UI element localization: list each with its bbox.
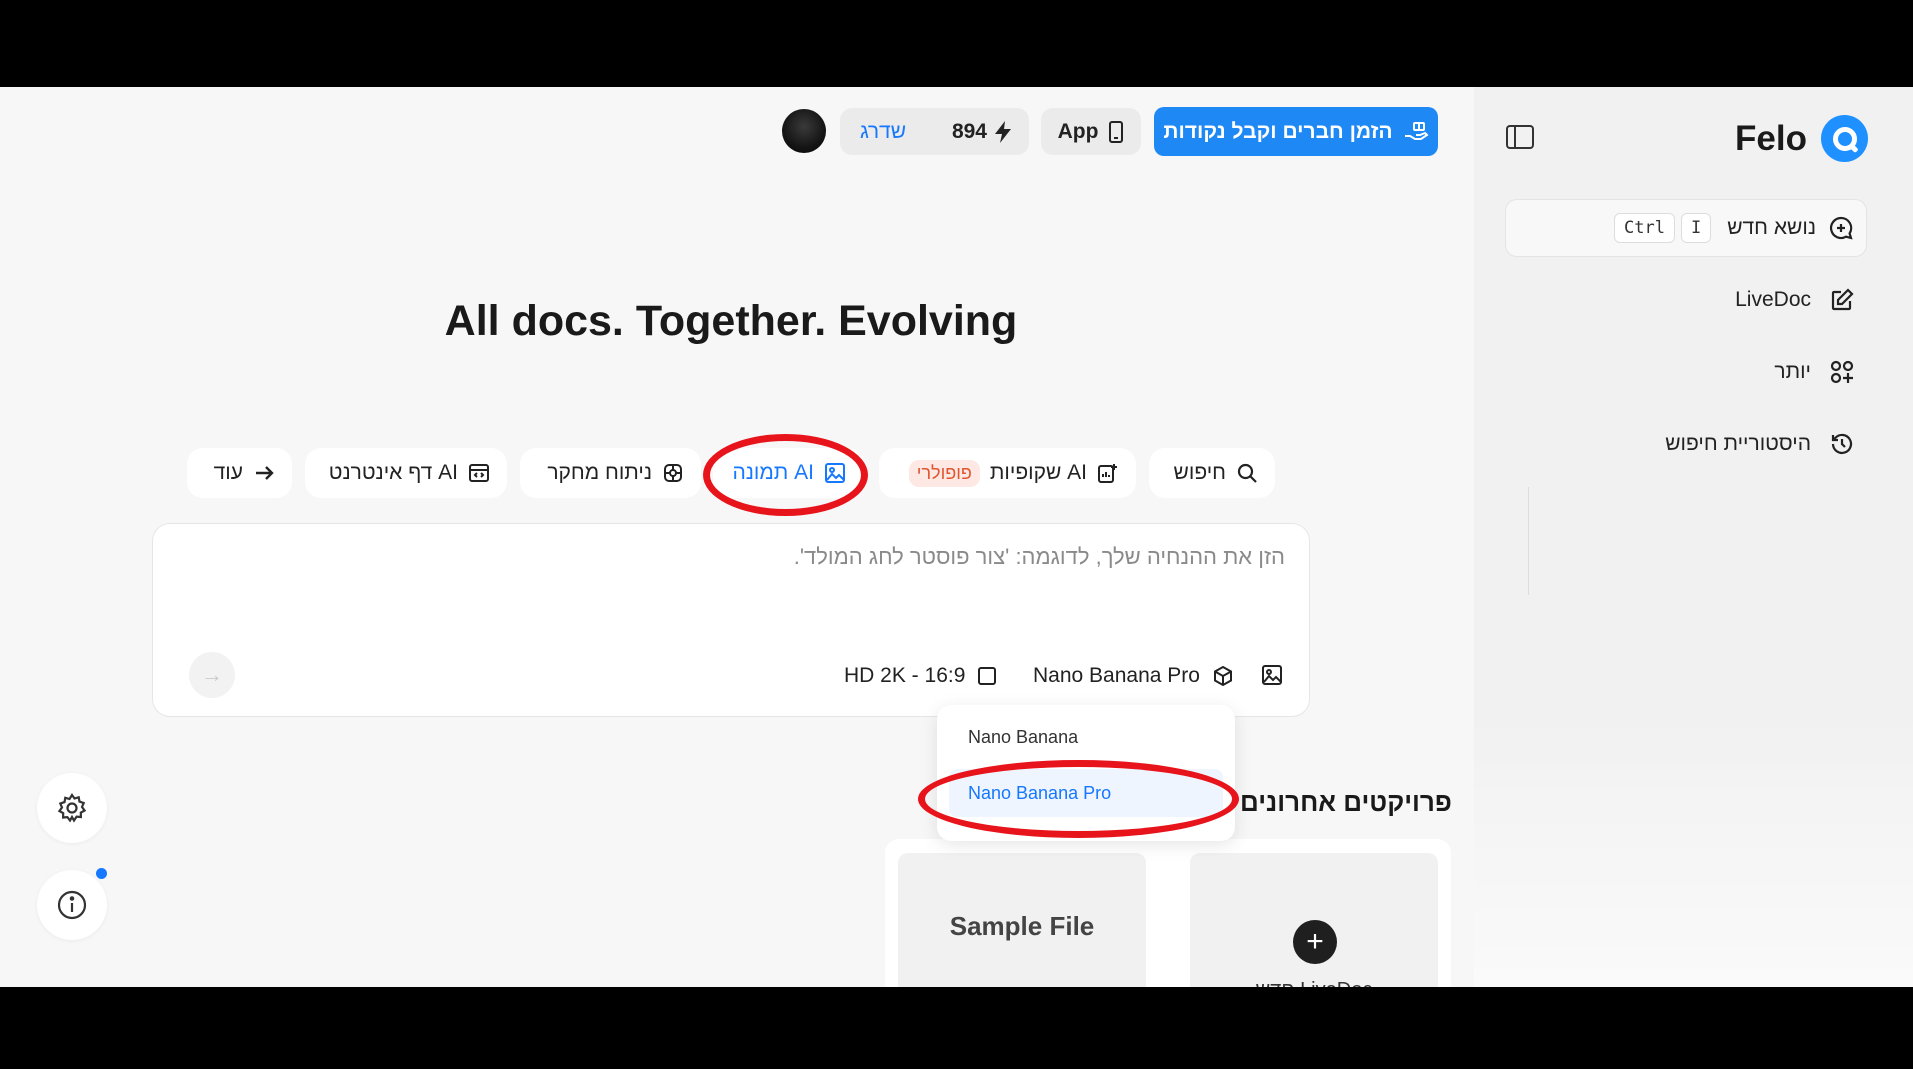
arrow-right-icon: → xyxy=(201,662,223,687)
new-chat-icon xyxy=(1828,215,1854,241)
shortcut-keys: Ctrl I xyxy=(1614,213,1712,243)
brand-name: Felo xyxy=(1735,118,1807,158)
new-topic-label: נושא חדש xyxy=(1727,216,1816,239)
sidebar-toggle-icon[interactable] xyxy=(1506,125,1534,149)
settings-button[interactable] xyxy=(37,773,107,843)
sidebar-item-label: LiveDoc xyxy=(1735,288,1811,311)
sidebar-item-search-history[interactable]: היסטוריית חיפוש xyxy=(1665,431,1855,457)
tab-ai-slides[interactable]: שקופיות AI פופולרי xyxy=(879,448,1136,498)
tab-more[interactable]: עוד xyxy=(187,448,292,498)
history-icon xyxy=(1829,431,1855,457)
send-button[interactable]: → xyxy=(189,652,235,698)
project-card-sample[interactable]: Sample File xyxy=(898,853,1146,987)
cube-icon xyxy=(1213,665,1232,687)
apps-icon xyxy=(1829,359,1855,385)
image-icon xyxy=(824,462,846,484)
model-option-nano-banana-pro[interactable]: Nano Banana Pro xyxy=(949,769,1223,817)
tab-research-analysis[interactable]: ניתוח מחקר xyxy=(520,448,701,498)
prompt-box: → HD 2K - 16:9 Nano Banana Pro xyxy=(152,523,1310,717)
points-pill[interactable]: שדרג 894 xyxy=(840,108,1029,155)
app-label: App xyxy=(1057,119,1099,143)
avatar[interactable] xyxy=(782,109,826,153)
gift-hand-icon xyxy=(1404,121,1429,140)
edit-icon xyxy=(1829,287,1855,313)
model-selector[interactable]: Nano Banana Pro xyxy=(1033,664,1234,688)
felo-logo-icon xyxy=(1821,115,1868,162)
tab-label: דף אינטרנט AI xyxy=(328,461,458,484)
shortcut-key: I xyxy=(1680,213,1712,243)
invite-friends-button[interactable]: הזמן חברים וקבל נקודות xyxy=(1154,107,1438,156)
webpage-icon xyxy=(468,462,490,484)
ratio-label: HD 2K - 16:9 xyxy=(844,664,966,687)
invite-label: הזמן חברים וקבל נקודות xyxy=(1163,119,1393,143)
sidebar-divider xyxy=(1528,487,1529,595)
page-title: All docs. Together. Evolving xyxy=(444,297,1018,345)
image-upload-icon xyxy=(1262,665,1282,685)
search-icon xyxy=(1236,462,1258,484)
project-card-label: Sample File xyxy=(949,911,1095,941)
tab-label: עוד xyxy=(213,461,243,484)
slides-icon xyxy=(1097,462,1119,484)
model-dropdown: Nano Banana Nano Banana Pro xyxy=(937,705,1235,841)
recent-projects-title: פרויקטים אחרונים xyxy=(1240,787,1452,817)
tab-label: שקופיות AI xyxy=(989,461,1087,484)
arrow-right-icon xyxy=(253,462,275,484)
project-card-label: LiveDoc חדש xyxy=(1190,979,1438,987)
brand[interactable]: Felo xyxy=(1735,115,1868,162)
sidebar-item-more[interactable]: יותר xyxy=(1774,359,1855,385)
new-topic-button[interactable]: נושא חדש Ctrl I xyxy=(1505,199,1867,257)
reference-image-button[interactable] xyxy=(1261,664,1283,686)
tab-label: תמונה AI xyxy=(732,461,814,484)
points-value: 894 xyxy=(951,119,987,143)
points-counter: 894 xyxy=(952,120,1013,144)
aspect-ratio-selector[interactable]: HD 2K - 16:9 xyxy=(844,664,997,688)
tab-ai-image[interactable]: תמונה AI xyxy=(713,448,863,498)
app-button[interactable]: App xyxy=(1041,108,1141,155)
phone-icon xyxy=(1109,120,1124,143)
prompt-input[interactable] xyxy=(177,544,1285,604)
upgrade-link[interactable]: שדרג xyxy=(860,120,906,144)
sidebar-item-livedoc[interactable]: LiveDoc xyxy=(1735,287,1855,313)
sidebar: Felo נושא חדש Ctrl I LiveDoc יותר היסטור… xyxy=(1474,87,1913,987)
recent-projects: Sample File + LiveDoc חדש xyxy=(885,839,1451,987)
notification-dot xyxy=(96,868,107,879)
square-icon xyxy=(978,667,997,685)
sidebar-item-label: יותר xyxy=(1774,360,1811,383)
sidebar-item-label: היסטוריית חיפוש xyxy=(1665,432,1811,455)
model-label: Nano Banana Pro xyxy=(1033,664,1200,687)
tab-search[interactable]: חיפוש xyxy=(1149,448,1275,498)
info-button[interactable] xyxy=(37,870,107,940)
app-window: Felo נושא חדש Ctrl I LiveDoc יותר היסטור… xyxy=(0,87,1913,987)
lightning-icon xyxy=(995,120,1011,143)
shortcut-key: Ctrl xyxy=(1614,213,1675,243)
popular-badge: פופולרי xyxy=(908,459,980,487)
tab-ai-webpage[interactable]: דף אינטרנט AI xyxy=(305,448,507,498)
plus-icon: + xyxy=(1293,920,1337,964)
research-icon xyxy=(662,462,684,484)
info-icon xyxy=(57,890,87,920)
project-card-new[interactable]: + LiveDoc חדש xyxy=(1190,853,1438,987)
tab-label: חיפוש xyxy=(1173,461,1226,484)
gear-icon xyxy=(57,793,87,823)
model-option-nano-banana[interactable]: Nano Banana xyxy=(949,713,1223,761)
tab-label: ניתוח מחקר xyxy=(547,461,652,484)
